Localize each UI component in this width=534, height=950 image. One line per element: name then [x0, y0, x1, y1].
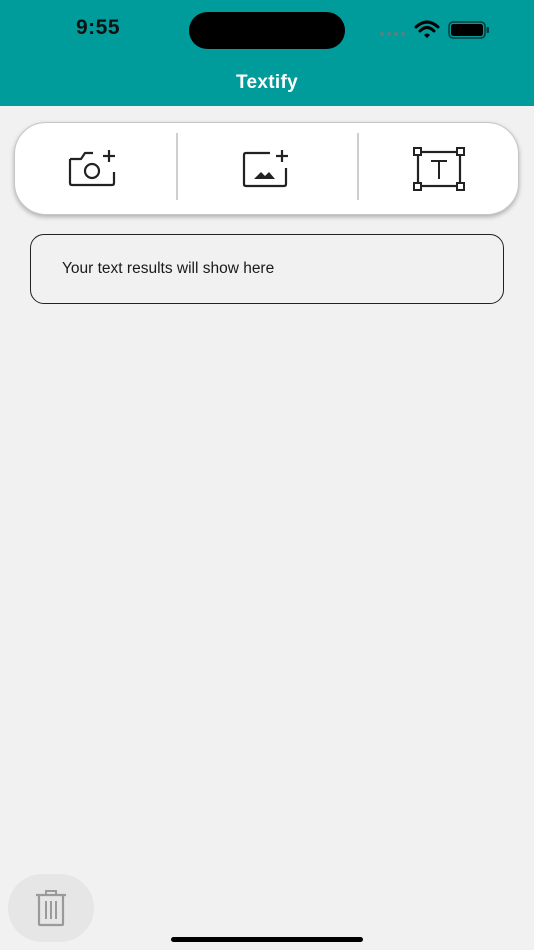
home-indicator	[171, 937, 363, 942]
results-box: Your text results will show here	[30, 234, 504, 304]
status-icons	[378, 18, 490, 42]
signal-dots-icon	[380, 32, 405, 36]
trash-icon	[36, 890, 66, 927]
wifi-icon	[414, 20, 440, 38]
app-header: 9:55 Textify	[0, 0, 534, 106]
camera-plus-icon	[68, 149, 116, 186]
dynamic-island	[189, 12, 345, 49]
gallery-add-button[interactable]	[178, 123, 357, 214]
results-placeholder: Your text results will show here	[62, 260, 275, 277]
battery-icon	[448, 21, 489, 39]
action-toolbar	[14, 122, 519, 215]
status-time: 9:55	[76, 16, 121, 39]
text-select-button[interactable]	[359, 123, 519, 214]
image-plus-icon	[242, 149, 288, 187]
camera-add-button[interactable]	[15, 123, 177, 214]
text-box-icon	[413, 146, 465, 191]
delete-button[interactable]	[8, 874, 94, 942]
app-title: Textify	[236, 72, 298, 93]
